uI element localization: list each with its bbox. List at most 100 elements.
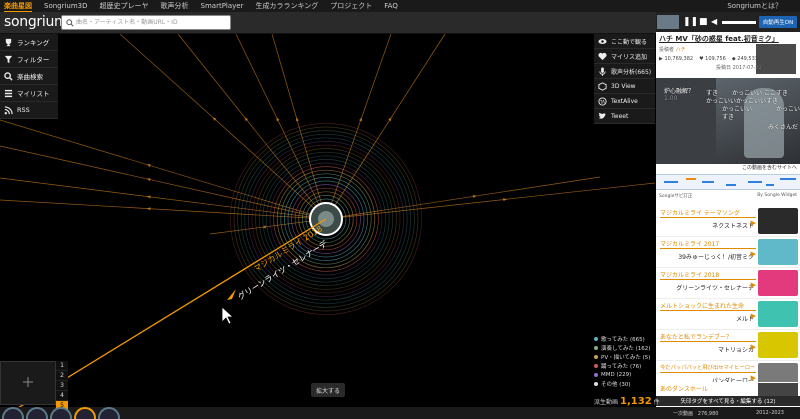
menu-label: 楽曲検索 (17, 73, 43, 81)
legend-item[interactable]: PV・描いてみた (5) (594, 352, 650, 361)
menu-label: マイリスト (17, 90, 50, 98)
speaker-icon[interactable]: ◀ (711, 17, 717, 26)
search-icon (66, 19, 74, 27)
page-button[interactable]: 3 (56, 381, 68, 391)
related-thumbnail[interactable] (758, 208, 798, 234)
legend-item[interactable]: 演奏してみた (162) (594, 343, 650, 352)
related-category[interactable]: メルトショックに生まれた生命 (660, 301, 744, 310)
left-menu: ランキング フィルター 楽曲検索 マイリスト RSS (0, 34, 58, 119)
stop-icon[interactable]: ■ (699, 17, 708, 27)
list-item[interactable]: マジカルミライ テーマソング ネクストネスト ▶ (656, 206, 800, 237)
related-category[interactable]: マジカルミライ テーマソング (660, 208, 740, 217)
video-comment: 炉心融解？ (664, 88, 695, 95)
related-song[interactable]: 39みゅーじっく！/初音ミク (678, 252, 754, 261)
pause-icon[interactable]: ❚❚ (683, 17, 698, 27)
nav-item-songrium3d[interactable]: Songrium3D (44, 2, 88, 10)
nav-item-star-map[interactable]: 楽曲星図 (4, 1, 32, 12)
edit-tags-button[interactable]: 矢印タグをすべて見る・編集する (12) (656, 396, 800, 406)
related-category[interactable]: 今だパッパパッと飛び出せマイヒーロー (660, 363, 755, 371)
page-button[interactable]: 1 (56, 361, 68, 371)
action-voice-analysis[interactable]: 歌声分析(665) (594, 64, 655, 79)
list-item[interactable]: あなたと私でランデブー？ マトリョシカ ▶ (656, 330, 800, 361)
nav-item-project[interactable]: プロジェクト (330, 1, 372, 11)
related-category[interactable]: マジカルミライ 2018 (660, 270, 719, 279)
related-category[interactable]: マジカルミライ 2017 (660, 239, 719, 248)
arrow-icon: ▶ (750, 343, 756, 351)
list-item[interactable]: あのダンスホール (656, 382, 800, 396)
song-info-panel: ❚❚ ■ ◀ 自動再生ON ハチ MV「砂の惑星 feat.初音ミク」 投稿者 … (656, 12, 800, 419)
legend-item[interactable]: 踊ってみた (76) (594, 361, 650, 370)
history-thumbnail[interactable] (50, 407, 72, 419)
related-thumbnail[interactable] (758, 332, 798, 358)
songle-widget[interactable] (656, 172, 800, 192)
related-category[interactable]: あなたと私でランデブー？ (660, 332, 732, 341)
primary-video-count: 一次動画 276,980 (673, 411, 719, 417)
song-title[interactable]: ハチ MV「砂の惑星 feat.初音ミク」 (659, 34, 797, 44)
derivative-count: 1,132 (620, 396, 652, 407)
arrow-ray-head (146, 195, 151, 199)
nav-item-smartplayer[interactable]: SmartPlayer (201, 2, 244, 10)
action-tweet[interactable]: Tweet (594, 109, 655, 124)
arrow-ray (325, 33, 446, 220)
page-button[interactable]: 2 (56, 371, 68, 381)
related-thumbnail[interactable] (758, 239, 798, 265)
trophy-icon (3, 37, 13, 47)
songrium-logo[interactable]: songrium (4, 14, 68, 30)
arrow-ray (0, 119, 327, 220)
menu-label: フィルター (17, 56, 50, 64)
action-add-mylist[interactable]: マイリス追加 (594, 49, 655, 64)
arrow-ray (271, 33, 327, 220)
related-song[interactable]: マトリョシカ (718, 345, 754, 354)
related-thumbnail[interactable] (758, 270, 798, 296)
song-action-menu: ここ動で観る マイリス追加 歌声分析(665) 3D View TA TextAl… (594, 34, 655, 124)
search-icon (3, 71, 13, 81)
legend-item[interactable]: その他 (30) (594, 379, 650, 388)
menu-item-filter[interactable]: フィルター (0, 51, 58, 68)
mouse-cursor-icon (221, 306, 235, 325)
list-item[interactable]: メルトショックに生まれた生命 メルト ▶ (656, 299, 800, 330)
zoom-control[interactable] (0, 361, 56, 405)
menu-item-rss[interactable]: RSS (0, 102, 58, 119)
poster-name[interactable]: ハチ (676, 47, 686, 53)
related-thumbnail[interactable] (758, 383, 798, 396)
plus-icon[interactable] (1, 362, 55, 404)
menu-item-search[interactable]: 楽曲検索 (0, 68, 58, 85)
related-thumbnail[interactable] (758, 301, 798, 327)
related-song[interactable]: ネクストネスト (712, 221, 754, 230)
action-3d-view[interactable]: 3D View (594, 79, 655, 94)
legend-item[interactable]: MMD (229) (594, 370, 650, 379)
legend-item[interactable]: 歌ってみた (665) (594, 334, 650, 343)
nav-item-faq[interactable]: FAQ (384, 2, 398, 10)
songle-timeline[interactable] (656, 174, 800, 190)
page-button[interactable]: 4 (56, 391, 68, 401)
action-textalive[interactable]: TA TextAlive (594, 94, 655, 109)
history-thumbnail[interactable] (26, 407, 48, 419)
arrow-ray-head (146, 178, 151, 182)
action-label: Tweet (611, 112, 629, 120)
zoom-in-button[interactable]: 拡大する (311, 383, 345, 397)
top-navigation: 楽曲星図 Songrium3D 超歴史プレーヤ 歌声分析 SmartPlayer… (0, 0, 800, 12)
arrow-ray-head (146, 207, 151, 211)
nav-about-link[interactable]: Songriumとは？ (727, 1, 782, 11)
action-watch-here[interactable]: ここ動で観る (594, 34, 655, 49)
volume-slider[interactable] (722, 21, 756, 24)
menu-item-ranking[interactable]: ランキング (0, 34, 58, 51)
related-category[interactable]: あのダンスホール (660, 384, 708, 393)
songle-correct-link[interactable]: Songleサビ訂正 (659, 193, 692, 199)
video-player[interactable]: 炉心融解？ 1.00 すき かっこいい ここすき かっこいい かっこいい すき … (656, 78, 800, 164)
year-range: 2012–2023 (756, 410, 784, 416)
nav-item-history-player[interactable]: 超歴史プレーヤ (100, 1, 149, 11)
history-thumbnail[interactable] (98, 407, 120, 419)
history-thumbnail[interactable] (74, 407, 96, 419)
nav-item-color-ranking[interactable]: 生成カラランキング (256, 1, 319, 11)
search-input[interactable] (76, 16, 226, 29)
legend: 歌ってみた (665) 演奏してみた (162) PV・描いてみた (5) 踊っ… (594, 334, 650, 388)
list-item[interactable]: マジカルミライ 2017 39みゅーじっく！/初音ミク ▶ (656, 237, 800, 268)
menu-item-mylist[interactable]: マイリスト (0, 85, 58, 102)
history-thumbnail[interactable] (2, 407, 24, 419)
list-item[interactable]: マジカルミライ 2018 グリーンライツ・セレナーデ ▶ (656, 268, 800, 299)
related-song[interactable]: グリーンライツ・セレナーデ (676, 283, 754, 292)
nav-item-voice-analysis[interactable]: 歌声分析 (161, 1, 189, 11)
filter-icon (3, 54, 13, 64)
autoplay-toggle[interactable]: 自動再生ON (759, 16, 797, 28)
